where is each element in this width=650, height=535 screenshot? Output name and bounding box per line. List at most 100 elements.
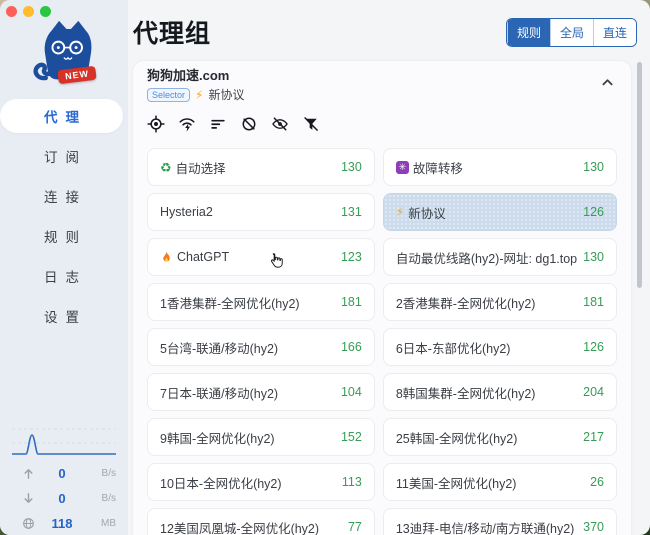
node-latency: 104: [335, 385, 362, 399]
stat-unit: MB: [88, 518, 116, 529]
node-latency: 123: [335, 250, 362, 264]
failover-icon: ✳: [396, 161, 409, 174]
node-name: 13迪拜-电信/移动/南方联通(hy2): [396, 518, 575, 535]
node-name: 自动最优线路(hy2)-网址: dg1.top: [396, 248, 577, 267]
proxy-node-card[interactable]: 10日本-全网优化(hy2) 113: [147, 463, 375, 501]
proxy-node-card[interactable]: Hysteria2 131: [147, 193, 375, 231]
sidebar-item[interactable]: 设置: [0, 299, 123, 333]
sidebar-item[interactable]: 代理: [0, 99, 123, 133]
collapse-group-button[interactable]: [598, 73, 617, 95]
sidebar-menu: 代理 订阅 连接 规则 日志 设置: [0, 99, 128, 339]
sidebar-item-label: 连接: [44, 186, 87, 206]
sidebar-item-label: 日志: [44, 266, 87, 286]
node-name: 故障转移: [413, 158, 463, 177]
speedtest-icon[interactable]: [178, 115, 196, 133]
filter-off-icon[interactable]: [302, 115, 320, 133]
app-window: NEW 代理 订阅 连接 规则 日志: [0, 0, 650, 535]
mode-button[interactable]: 全局: [550, 19, 593, 46]
signal-off-icon[interactable]: [240, 115, 258, 133]
outbound-mode-switch: 规则 全局 直连: [506, 18, 637, 47]
node-latency: 131: [335, 205, 362, 219]
group-toolbar: [147, 115, 617, 133]
proxy-node-card[interactable]: ⚡ 新协议 126: [383, 193, 617, 231]
stat-row: 118 MB: [0, 511, 128, 535]
mode-button[interactable]: 直连: [593, 19, 636, 46]
node-latency: 130: [577, 250, 604, 264]
scrollbar-thumb[interactable]: [637, 62, 642, 288]
sidebar: NEW 代理 订阅 连接 规则 日志: [0, 0, 128, 535]
proxy-node-card[interactable]: 9韩国-全网优化(hy2) 152: [147, 418, 375, 456]
node-name: 10日本-全网优化(hy2): [160, 473, 282, 492]
group-name: 狗狗加速.com: [147, 67, 244, 84]
proxy-node-card[interactable]: 8韩国集群-全网优化(hy2) 204: [383, 373, 617, 411]
sort-icon[interactable]: [209, 115, 227, 133]
globe-icon: [22, 517, 36, 530]
node-name: 8韩国集群-全网优化(hy2): [396, 383, 536, 402]
node-latency: 217: [577, 430, 604, 444]
node-latency: 181: [577, 295, 604, 309]
node-name: 新协议: [408, 203, 446, 222]
node-latency: 77: [342, 520, 362, 534]
node-latency: 126: [577, 205, 604, 219]
group-type-badge: Selector: [147, 88, 190, 102]
node-name: 自动选择: [176, 158, 226, 177]
proxy-node-card[interactable]: 12美国凤凰城-全网优化(hy2) 77: [147, 508, 375, 535]
node-name: 2香港集群-全网优化(hy2): [396, 293, 536, 312]
group-current-node: 新协议: [208, 86, 244, 103]
group-header[interactable]: 狗狗加速.com Selector ⚡ 新协议: [147, 67, 617, 103]
stat-value: 0: [36, 466, 88, 481]
node-latency: 113: [336, 475, 362, 489]
stat-unit: B/s: [88, 468, 116, 479]
proxy-node-card[interactable]: ChatGPT 123: [147, 238, 375, 276]
proxy-node-card[interactable]: 5台湾-联通/移动(hy2) 166: [147, 328, 375, 366]
node-name: 25韩国-全网优化(hy2): [396, 428, 518, 447]
fire-icon: [160, 251, 173, 264]
proxy-node-card[interactable]: 6日本-东部优化(hy2) 126: [383, 328, 617, 366]
proxy-node-card[interactable]: 25韩国-全网优化(hy2) 217: [383, 418, 617, 456]
proxy-node-card[interactable]: 13迪拜-电信/移动/南方联通(hy2) 370: [383, 508, 617, 535]
sidebar-item[interactable]: 规则: [0, 219, 123, 253]
node-name: 1香港集群-全网优化(hy2): [160, 293, 300, 312]
proxy-node-card[interactable]: 2香港集群-全网优化(hy2) 181: [383, 283, 617, 321]
node-name: 9韩国-全网优化(hy2): [160, 428, 275, 447]
sidebar-item-label: 规则: [44, 226, 87, 246]
bolt-icon: ⚡: [195, 88, 203, 102]
node-latency: 181: [335, 295, 362, 309]
node-name: Hysteria2: [160, 205, 213, 219]
node-latency: 126: [577, 340, 604, 354]
proxy-node-card[interactable]: ♻ 自动选择 130: [147, 148, 375, 186]
node-name: 11美国-全网优化(hy2): [396, 473, 517, 492]
proxy-group-panel: 狗狗加速.com Selector ⚡ 新协议: [132, 60, 632, 535]
page-title: 代理组: [133, 14, 211, 50]
eye-off-icon[interactable]: [271, 115, 289, 133]
node-latency: 26: [584, 475, 604, 489]
proxy-node-grid: ♻ 自动选择 130 ✳ 故障转移 130 Hysteria2 131: [147, 148, 617, 535]
chevron-up-icon: [600, 75, 615, 90]
proxy-node-card[interactable]: 1香港集群-全网优化(hy2) 181: [147, 283, 375, 321]
node-latency: 130: [335, 160, 362, 174]
node-name: 5台湾-联通/移动(hy2): [160, 338, 278, 357]
node-latency: 204: [577, 385, 604, 399]
close-button[interactable]: [6, 6, 17, 17]
proxy-node-card[interactable]: 7日本-联通/移动(hy2) 104: [147, 373, 375, 411]
node-name: 7日本-联通/移动(hy2): [160, 383, 278, 402]
stat-row: 0 B/s: [0, 461, 128, 486]
upload-arrow-icon: [22, 467, 36, 480]
sidebar-item[interactable]: 订阅: [0, 139, 123, 173]
mode-button[interactable]: 规则: [507, 19, 550, 46]
group-subline: Selector ⚡ 新协议: [147, 86, 244, 103]
node-latency: 166: [335, 340, 362, 354]
proxy-node-card[interactable]: 自动最优线路(hy2)-网址: dg1.top 130: [383, 238, 617, 276]
traffic-sparkline: [10, 423, 118, 459]
bolt-icon: ⚡: [396, 206, 404, 218]
node-latency: 130: [577, 160, 604, 174]
node-name: ChatGPT: [177, 250, 229, 264]
sidebar-item[interactable]: 日志: [0, 259, 123, 293]
download-arrow-icon: [22, 492, 36, 505]
proxy-node-card[interactable]: ✳ 故障转移 130: [383, 148, 617, 186]
main-header: 代理组 规则 全局 直连: [133, 14, 637, 50]
locate-icon[interactable]: [147, 115, 165, 133]
proxy-node-card[interactable]: 11美国-全网优化(hy2) 26: [383, 463, 617, 501]
sidebar-item[interactable]: 连接: [0, 179, 123, 213]
stat-value: 118: [36, 516, 88, 531]
